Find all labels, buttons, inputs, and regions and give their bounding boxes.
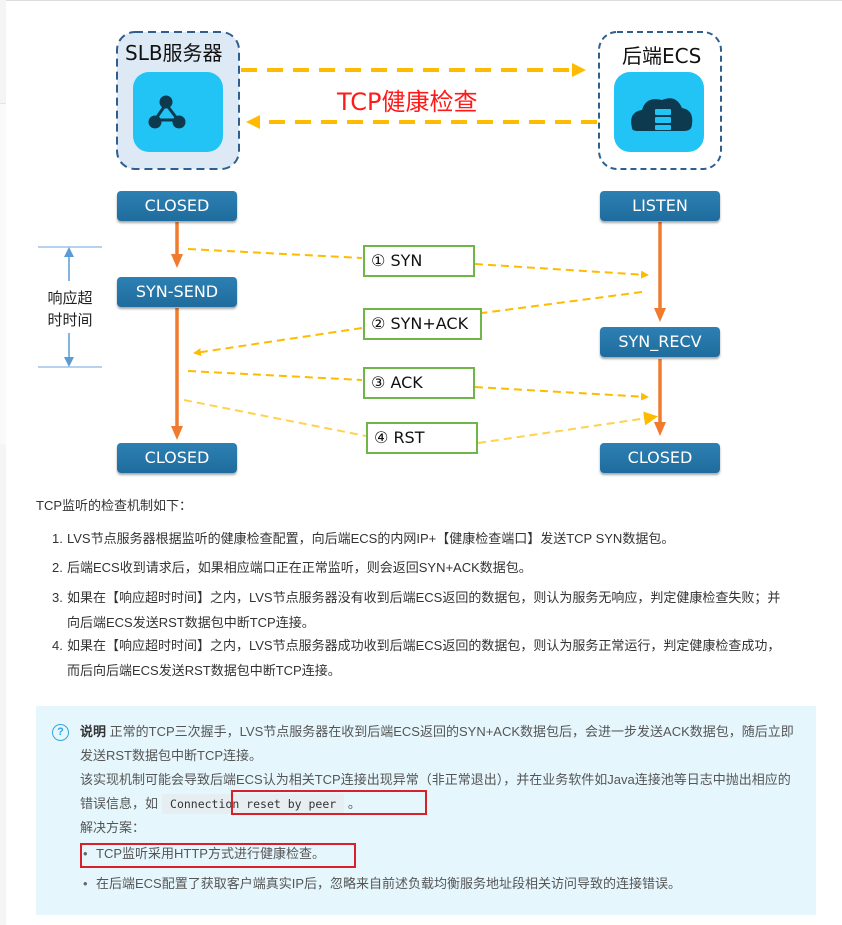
ecs-state-closed-final: CLOSED — [600, 443, 720, 473]
slb-state-syn-send: SYN-SEND — [117, 277, 237, 307]
note-paragraph: 说明 正常的TCP三次握手，LVS节点服务器在收到后端ECS返回的SYN+ACK… — [80, 720, 800, 768]
tcp-health-check-title: TCP健康检查 — [337, 88, 478, 116]
step-text: LVS节点服务器根据监听的健康检查配置，向后端ECS的内网IP+【健康检查端口】… — [67, 531, 675, 546]
step-item: 4. 如果在【响应超时时间】之内，LVS节点服务器成功收到后端ECS返回的数据包… — [52, 633, 792, 683]
timeout-label-line: 响应超 — [47, 289, 93, 307]
step-text: 如果在【响应超时时间】之内，LVS节点服务器没有收到后端ECS返回的数据包，则认… — [67, 590, 781, 630]
timeout-label: 响应超 时时间 — [40, 287, 100, 331]
ack-line-left — [187, 370, 363, 381]
diagram-canvas — [38, 31, 722, 444]
message-label: ACK — [390, 373, 423, 392]
highlight-box-solution — [80, 843, 356, 868]
note-callout: ? 说明 正常的TCP三次握手，LVS节点服务器在收到后端ECS返回的SYN+A… — [36, 706, 816, 915]
step-item: 1. LVS节点服务器根据监听的健康检查配置，向后端ECS的内网IP+【健康检查… — [52, 526, 792, 551]
highlight-box-error — [231, 790, 427, 815]
message-label: SYN — [390, 251, 423, 270]
message-marker: ④ — [374, 428, 389, 447]
note-body: 说明 正常的TCP三次握手，LVS节点服务器在收到后端ECS返回的SYN+ACK… — [80, 720, 800, 896]
ack-line-right — [474, 386, 649, 401]
question-circle-icon: ? — [52, 724, 69, 741]
ecs-node-title: 后端ECS — [622, 44, 702, 68]
synack-line-right — [481, 291, 643, 314]
message-marker: ③ — [371, 373, 386, 392]
syn-line-right — [474, 263, 649, 279]
message-syn: ① SYN — [363, 245, 475, 277]
slb-state-closed: CLOSED — [117, 191, 237, 221]
step-item: 2. 后端ECS收到请求后，如果相应端口正在正常监听，则会返回SYN+ACK数据… — [52, 555, 792, 580]
note-paragraph: 该实现机制可能会导致后端ECS认为相关TCP连接出现异常（非正常退出），并在业务… — [80, 768, 800, 816]
slb-state-closed-final: CLOSED — [117, 443, 237, 473]
ecs-state-syn-recv: SYN_RECV — [600, 327, 720, 357]
solution-item: 在后端ECS配置了获取客户端真实IP后，忽略来自前述负载均衡服务地址段相关访问导… — [80, 872, 800, 896]
mechanism-intro: TCP监听的检查机制如下： — [36, 498, 193, 513]
message-marker: ② — [371, 314, 386, 333]
rst-line-left — [183, 399, 367, 437]
solution-heading: 解决方案： — [80, 820, 146, 835]
tcp-health-check-diagram: SLB服务器 后端ECS TCP健康检查 CLOSED SYN-SEND CLO… — [0, 0, 842, 480]
step-text: 后端ECS收到请求后，如果相应端口正在正常监听，则会返回SYN+ACK数据包。 — [67, 560, 532, 575]
step-number: 3. — [52, 590, 63, 605]
slb-icon-tile — [133, 72, 223, 152]
step-number: 2. — [52, 560, 63, 575]
ecs-state-listen: LISTEN — [600, 191, 720, 221]
step-number: 4. — [52, 638, 63, 653]
step-text: 如果在【响应超时时间】之内，LVS节点服务器成功收到后端ECS返回的数据包，则认… — [67, 638, 781, 678]
message-syn-ack: ② SYN+ACK — [363, 308, 482, 340]
step-item: 3. 如果在【响应超时时间】之内，LVS节点服务器没有收到后端ECS返回的数据包… — [52, 585, 792, 635]
message-rst: ④ RST — [366, 422, 478, 454]
message-label: SYN+ACK — [390, 314, 469, 333]
message-marker: ① — [371, 251, 386, 270]
note-text: 正常的TCP三次握手，LVS节点服务器在收到后端ECS返回的SYN+ACK数据包… — [80, 724, 794, 763]
message-label: RST — [393, 428, 425, 447]
syn-line-left — [187, 248, 363, 259]
message-ack: ③ ACK — [363, 367, 475, 399]
slb-node-title: SLB服务器 — [125, 41, 223, 65]
note-label: 说明 — [80, 724, 107, 739]
timeout-label-line: 时时间 — [47, 311, 93, 329]
step-number: 1. — [52, 531, 63, 546]
synack-line-left — [193, 327, 363, 357]
rst-line-right — [477, 411, 658, 444]
